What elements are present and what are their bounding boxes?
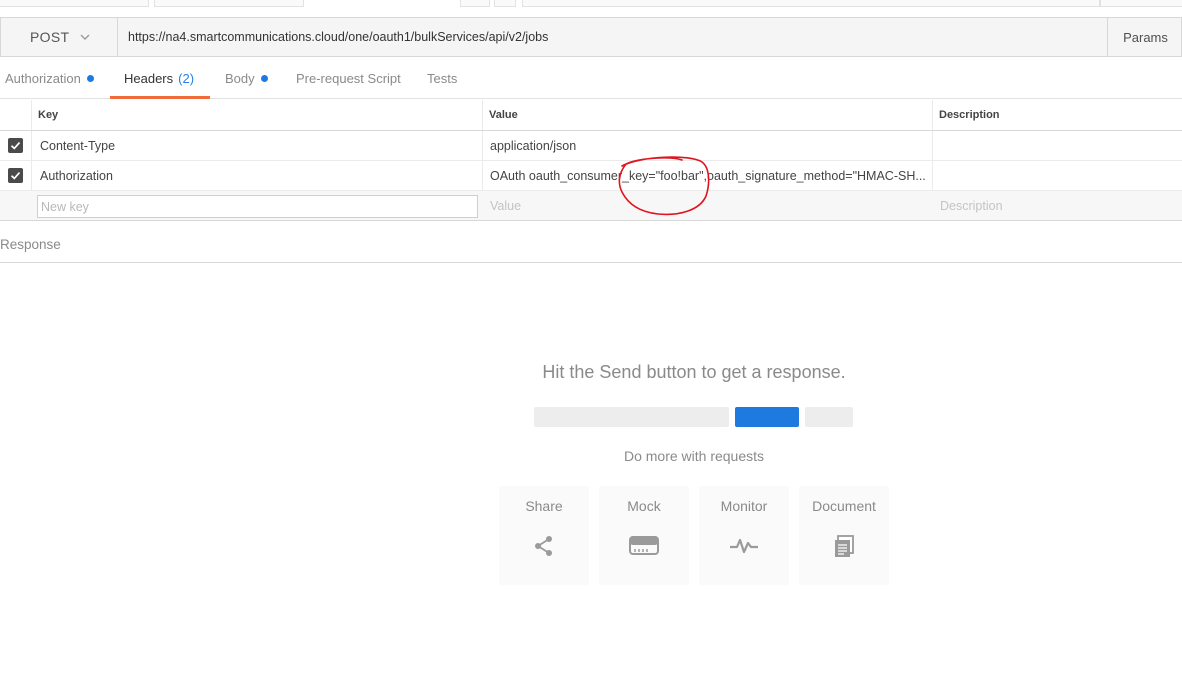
row-checkbox[interactable] xyxy=(8,168,23,183)
request-tab[interactable] xyxy=(154,0,304,7)
params-button[interactable]: Params xyxy=(1107,18,1182,56)
mock-server-icon xyxy=(629,536,659,555)
tab-count: (2) xyxy=(178,70,195,86)
empty-response-title: Hit the Send button to get a response. xyxy=(542,362,846,382)
table-header-row: Key Value Description xyxy=(0,100,1182,131)
header-value-cell[interactable]: application/json xyxy=(483,131,933,160)
tab-tests[interactable]: Tests xyxy=(427,57,457,99)
request-tab[interactable] xyxy=(0,0,149,7)
do-more-heading: Do more with requests xyxy=(623,448,765,464)
chevron-down-icon xyxy=(80,34,90,40)
table-row: Authorization OAuth oauth_consumer_key="… xyxy=(0,161,1182,191)
header-key-cell[interactable]: Content-Type xyxy=(32,131,483,160)
tab-label: Tests xyxy=(427,70,458,86)
url-text: https://na4.smartcommunications.cloud/on… xyxy=(128,30,549,44)
column-header-description: Description xyxy=(939,109,1000,121)
column-header-key: Key xyxy=(32,100,483,130)
new-description-input[interactable]: Description xyxy=(933,191,1182,220)
new-key-input[interactable] xyxy=(37,195,478,218)
tab-pre-request-script[interactable]: Pre-request Script xyxy=(296,57,401,99)
top-tab-strip xyxy=(0,0,1182,8)
modified-dot-icon xyxy=(260,74,268,82)
method-select[interactable]: POST xyxy=(1,18,118,56)
monitor-card[interactable]: Monitor xyxy=(699,486,789,585)
share-card[interactable]: Share xyxy=(499,486,589,585)
card-label: Mock xyxy=(627,498,661,514)
new-value-input[interactable]: Value xyxy=(483,191,933,220)
monitor-pulse-icon xyxy=(730,538,758,554)
active-tab-indicator xyxy=(110,96,210,99)
method-label: POST xyxy=(30,29,70,45)
share-icon xyxy=(535,536,552,556)
tab-authorization[interactable]: Authorization xyxy=(5,57,94,99)
environment-quick-look[interactable] xyxy=(1100,0,1182,7)
checkmark-icon xyxy=(10,142,21,150)
tab-scroll-button[interactable] xyxy=(460,0,490,7)
document-card[interactable]: Document xyxy=(799,486,889,585)
tab-body[interactable]: Body xyxy=(225,57,268,99)
response-section-title: Response xyxy=(0,226,1182,263)
header-value-cell[interactable]: OAuth oauth_consumer_key="foo!bar",oauth… xyxy=(483,161,933,190)
skeleton-bar xyxy=(534,407,729,427)
mock-card[interactable]: Mock xyxy=(599,486,689,585)
row-checkbox-cell xyxy=(0,131,32,160)
card-label: Monitor xyxy=(720,498,768,514)
row-checkbox-cell xyxy=(0,191,32,220)
url-input[interactable]: https://na4.smartcommunications.cloud/on… xyxy=(119,18,1107,56)
card-label: Document xyxy=(812,498,876,514)
tab-headers[interactable]: Headers (2) xyxy=(124,57,194,99)
request-subtabs: Authorization Headers (2) Body Pre-reque… xyxy=(0,57,1182,99)
header-description-cell[interactable] xyxy=(933,161,1182,190)
card-label: Share xyxy=(525,498,563,514)
row-checkbox[interactable] xyxy=(8,138,23,153)
new-header-row: Value Description xyxy=(0,191,1182,221)
modified-dot-icon xyxy=(86,74,94,82)
document-icon xyxy=(835,535,854,557)
tab-label: Authorization xyxy=(5,70,81,86)
request-bar: POST https://na4.smartcommunications.clo… xyxy=(0,17,1182,57)
table-row: Content-Type application/json xyxy=(0,131,1182,161)
header-key-cell[interactable]: Authorization xyxy=(32,161,483,190)
tab-label: Headers xyxy=(124,70,174,86)
tab-label: Body xyxy=(225,70,255,86)
new-tab-button[interactable] xyxy=(494,0,516,7)
header-checkbox-column xyxy=(0,100,32,130)
checkmark-icon xyxy=(10,172,21,180)
skeleton-send-bar xyxy=(735,407,799,427)
skeleton-bar xyxy=(805,407,853,427)
row-checkbox-cell xyxy=(0,161,32,190)
tab-label: Pre-request Script xyxy=(296,70,401,86)
environment-selector[interactable] xyxy=(522,0,1100,7)
header-description-cell[interactable] xyxy=(933,131,1182,160)
column-header-value: Value xyxy=(483,100,933,130)
